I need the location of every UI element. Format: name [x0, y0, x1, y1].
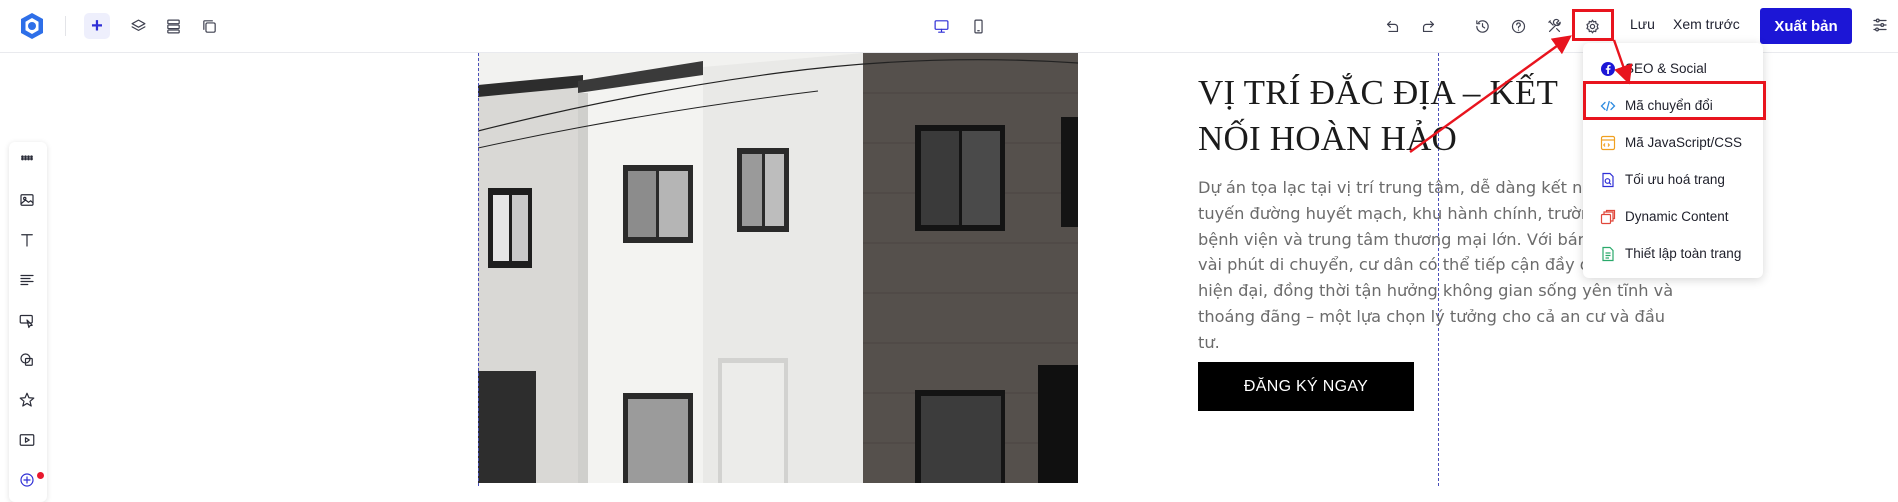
hero-image[interactable]	[478, 53, 1078, 483]
toolbar-divider	[65, 16, 66, 36]
star-icon[interactable]	[18, 391, 38, 411]
app-logo-icon[interactable]	[19, 12, 45, 40]
sections-icon[interactable]	[161, 14, 185, 38]
facebook-icon	[1600, 61, 1616, 77]
menu-item-label: Mã JavaScript/CSS	[1625, 135, 1743, 150]
annotation-box-conversion-code	[1583, 81, 1766, 120]
button-icon[interactable]	[18, 311, 38, 331]
menu-item-label: Thiết lập toàn trang	[1625, 246, 1742, 261]
notification-dot	[37, 472, 44, 479]
help-icon[interactable]	[1506, 14, 1530, 38]
history-icon[interactable]	[1470, 14, 1494, 38]
sliders-icon[interactable]	[1871, 16, 1891, 36]
redo-icon[interactable]	[1416, 14, 1440, 38]
desktop-icon[interactable]	[929, 14, 953, 38]
add-element-button[interactable]: +	[84, 13, 110, 39]
layers-icon[interactable]	[126, 14, 150, 38]
menu-item-label: Dynamic Content	[1625, 209, 1729, 224]
page-settings-icon	[1600, 246, 1616, 262]
section-guide-left	[478, 53, 479, 486]
menu-item-dynamic-content[interactable]: Dynamic Content	[1583, 198, 1763, 235]
annotation-box-settings	[1572, 9, 1614, 41]
dynamic-content-icon	[1600, 209, 1616, 225]
publish-button[interactable]: Xuất bản	[1760, 8, 1852, 44]
save-button[interactable]: Lưu	[1630, 16, 1655, 32]
section-headline[interactable]: VỊ TRÍ ĐẮC ĐỊA – KẾT NỐI HOÀN HẢO	[1198, 70, 1618, 162]
undo-icon[interactable]	[1380, 14, 1404, 38]
mobile-icon[interactable]	[966, 14, 990, 38]
register-now-button[interactable]: ĐĂNG KÝ NGAY	[1198, 362, 1414, 411]
pages-icon[interactable]	[197, 14, 221, 38]
menu-item-page-optimize[interactable]: Tối ưu hoá trang	[1583, 161, 1763, 198]
menu-item-javascript-css[interactable]: Mã JavaScript/CSS	[1583, 124, 1763, 161]
text-icon[interactable]	[18, 231, 38, 251]
drag-handle-icon[interactable]	[18, 150, 38, 170]
settings-dropdown-menu: SEO & Social Mã chuyển đổi Mã JavaScript…	[1583, 43, 1763, 278]
tools-icon[interactable]	[1542, 14, 1566, 38]
menu-item-page-settings[interactable]: Thiết lập toàn trang	[1583, 235, 1763, 272]
menu-item-label: SEO & Social	[1625, 61, 1707, 76]
video-icon[interactable]	[18, 431, 38, 451]
add-circle-icon[interactable]	[18, 471, 38, 491]
preview-button[interactable]: Xem trước	[1673, 16, 1740, 32]
menu-item-label: Tối ưu hoá trang	[1625, 172, 1725, 187]
page-optimize-icon	[1600, 172, 1616, 188]
js-css-icon	[1600, 135, 1616, 151]
shapes-icon[interactable]	[18, 351, 38, 371]
image-icon[interactable]	[18, 191, 38, 211]
element-sidebar	[9, 142, 47, 502]
paragraph-icon[interactable]	[18, 271, 38, 291]
